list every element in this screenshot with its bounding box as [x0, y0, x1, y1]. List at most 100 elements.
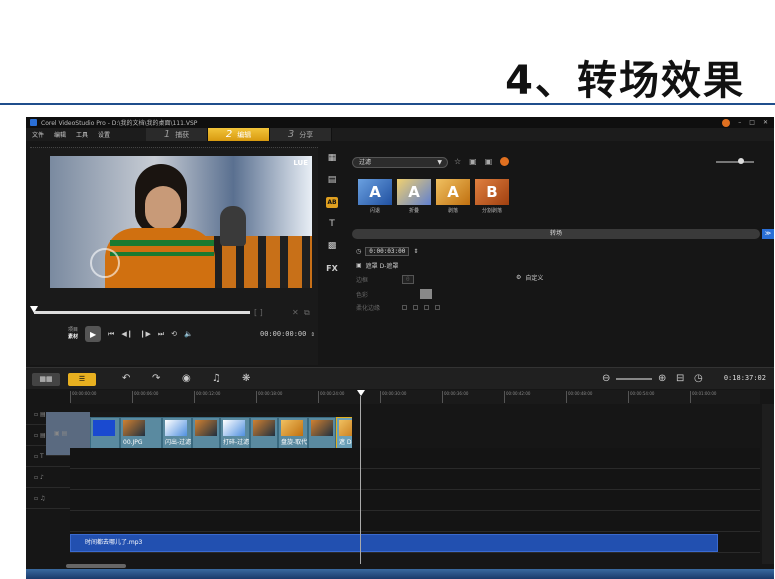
mode-clip[interactable]: 素材 [68, 334, 78, 341]
go-start-icon[interactable]: ⏮ [108, 330, 114, 339]
tab-capture[interactable]: 1 捕获 [146, 128, 208, 141]
options-header[interactable]: 转场 [352, 229, 760, 239]
title-bar: Corel VideoStudio Pro - D:\我的文档\我的桌面\111… [26, 117, 774, 128]
menu-edit[interactable]: 编辑 [54, 130, 66, 139]
videostudio-window: Corel VideoStudio Pro - D:\我的文档\我的桌面\111… [26, 117, 774, 579]
apply-audio-icon[interactable]: ▣ [485, 157, 493, 166]
step-tabs: 1 捕获 2 编辑 3 分享 [146, 128, 332, 141]
zoom-in-icon[interactable]: ⊕ [658, 373, 666, 384]
go-end-icon[interactable]: ⏭ [158, 330, 164, 339]
audio-clip[interactable]: 时间都去哪儿了.mp3 [70, 534, 718, 552]
timeline-horizontal-scrollbar[interactable] [66, 564, 126, 568]
ruler-tick: 00:00:48:00 [566, 391, 592, 403]
timeline-ruler[interactable]: 00:00:00:00 00:00:06:00 00:00:12:00 00:00:1… [70, 390, 760, 404]
prev-frame-icon[interactable]: ◀❙ [121, 330, 132, 338]
fit-project-icon[interactable]: ⊟ [676, 373, 684, 384]
options-collapse-icon[interactable]: ≫ [762, 229, 774, 239]
music-track: 时间都去哪儿了.mp3 [70, 532, 760, 553]
undo-icon[interactable]: ↶ [122, 373, 130, 384]
transition-thumb[interactable]: A 折叠 [397, 179, 431, 214]
clip-label: 闪出-过滤 [165, 439, 192, 446]
clip-thumbnail [339, 420, 352, 436]
tab-edit[interactable]: 2 编辑 [208, 128, 270, 141]
clip-label: 打碎-过滤 [223, 439, 250, 446]
border-field[interactable]: 0 [402, 275, 414, 284]
timeline-view-button[interactable]: ☰ [68, 373, 96, 386]
ruler-tick: 00:01:00:00 [690, 391, 716, 403]
thumb-image: B [475, 179, 509, 205]
transition-thumbs: A 闪退 A 折叠 A 剥落 B 分割剥落 [358, 179, 509, 214]
softedge-options[interactable] [402, 305, 441, 310]
maximize-button[interactable]: □ [749, 119, 755, 126]
clock-icon: ◷ [356, 248, 362, 255]
channel-logo: LUE [293, 159, 308, 167]
volume-icon[interactable]: 🔈 [184, 330, 193, 338]
clip-label: 遮 D-遮罩 [339, 439, 352, 446]
ruler-tick: 00:00:42:00 [504, 391, 530, 403]
customize-button[interactable]: ⚙ 自定义 [516, 273, 543, 282]
thumb-zoom-slider[interactable] [716, 161, 754, 163]
slide-divider [0, 103, 775, 105]
voice-track-header[interactable]: ▫ ♪ [26, 467, 70, 488]
timeline-tracks: 00.JPG闪出-过滤打碎-过滤盘旋-取代遮 D-遮罩翻转-相册灭缩放-推主题0… [70, 404, 760, 553]
favorite-icon[interactable]: ☆ [454, 157, 461, 166]
step-label: 编辑 [237, 130, 252, 139]
transition-thumb[interactable]: B 分割剥落 [475, 179, 509, 214]
transition-icon[interactable]: AB [326, 197, 338, 208]
audio-mixer-icon[interactable]: ♫ [212, 373, 221, 384]
softedge-label: 柔化边缘 [356, 305, 381, 312]
timeline-vertical-scrollbar[interactable] [762, 404, 774, 564]
preview-panel: LUE [ ] ✕ ⧉ 项目 素材 ▶ ⏮ ◀❙ ❙▶ ⏭ ⟲ 🔈 00:00:… [30, 147, 318, 365]
storyboard-view-button[interactable]: ▦▦ [32, 373, 60, 386]
minimize-button[interactable]: – [738, 119, 741, 126]
clip-label: 00.JPG [123, 439, 143, 446]
next-frame-icon[interactable]: ❙▶ [140, 330, 151, 338]
apply-video-icon[interactable]: ▣ [469, 157, 477, 166]
playhead-line[interactable] [360, 396, 361, 564]
scrub-bar[interactable] [34, 311, 250, 314]
timeline-zoom-slider[interactable] [616, 378, 652, 380]
transition-thumb[interactable]: A 剥落 [436, 179, 470, 214]
title-icon[interactable]: T [326, 219, 338, 230]
close-button[interactable]: ✕ [763, 119, 768, 126]
graphics-icon[interactable]: ▩ [326, 241, 338, 252]
window-title: Corel VideoStudio Pro - D:\我的文档\我的桌面\111… [41, 120, 198, 127]
thumb-caption: 闪退 [369, 208, 380, 214]
library-panel: 过滤 ▼ ☆ ▣ ▣ A 闪退 A 折叠 A 剥落 B 分割剥落 转场 ≫ ◷ 0:00:0… [348, 151, 774, 363]
menu-tools[interactable]: 工具 [76, 130, 88, 139]
cut-icon[interactable]: ✕ [292, 308, 299, 317]
playhead-marker[interactable] [357, 390, 365, 396]
media-icon[interactable]: ▦ [326, 153, 338, 164]
thumb-zoom-handle[interactable] [738, 158, 744, 164]
copy-icon[interactable]: ⧉ [304, 308, 310, 318]
record-capture-icon[interactable]: ◉ [182, 373, 191, 384]
menu-file[interactable]: 文件 [32, 130, 44, 139]
color-swatch[interactable] [420, 289, 433, 299]
instant-project-icon[interactable]: ▤ [326, 175, 338, 186]
music-track-header[interactable]: ▫ ♫ [26, 488, 70, 509]
tab-share[interactable]: 3 分享 [270, 128, 332, 141]
clip-thumbnail [253, 420, 275, 436]
duration-field[interactable]: 0:00:03:00 [365, 247, 410, 256]
help-orb-icon[interactable] [722, 118, 731, 127]
thumb-image: A [358, 179, 392, 205]
trim-markers[interactable]: [ ] [254, 308, 263, 317]
duration-stepper[interactable]: ⇕ [413, 248, 418, 255]
repeat-icon[interactable]: ⟲ [171, 330, 177, 338]
menu-settings[interactable]: 设置 [98, 130, 110, 139]
timecode-display[interactable]: 00:00:00:00 ⇕ [260, 330, 315, 338]
filter-icon[interactable]: FX [326, 263, 338, 274]
redo-icon[interactable]: ↷ [152, 373, 160, 384]
thumb-caption: 折叠 [408, 208, 419, 214]
play-button[interactable]: ▶ [85, 326, 102, 342]
transition-thumb[interactable]: A 闪退 [358, 179, 392, 214]
step-label: 捕获 [175, 130, 190, 139]
auto-music-icon[interactable]: ❋ [242, 373, 250, 384]
browse-orb-icon[interactable] [500, 157, 510, 166]
app-icon [30, 119, 37, 126]
title-track [70, 490, 760, 511]
ruler-tick: 00:00:12:00 [194, 391, 220, 403]
category-dropdown[interactable]: 过滤 ▼ [352, 157, 448, 168]
mode-project[interactable]: 项目 [68, 327, 78, 334]
zoom-out-icon[interactable]: ⊖ [602, 373, 610, 384]
